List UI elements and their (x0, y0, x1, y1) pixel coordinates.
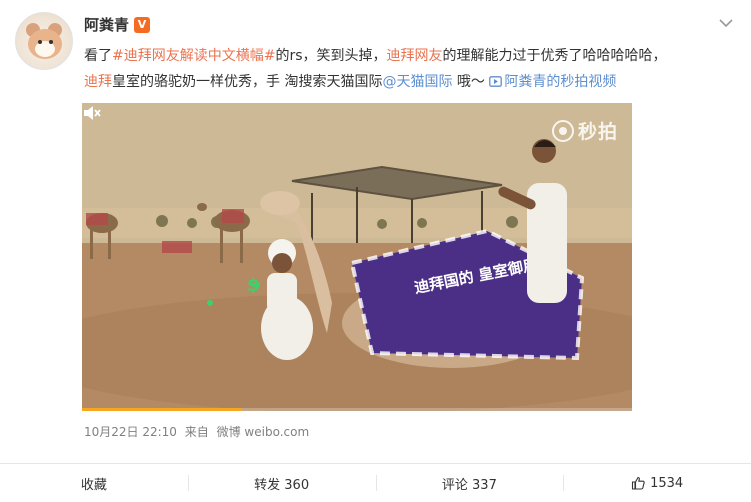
like-count: 1534 (650, 475, 684, 491)
mute-icon[interactable] (82, 103, 102, 123)
video-frame: 迪拜国的 皇室御用 $ (82, 103, 632, 411)
post-text-segment: 的理解能力过于优秀了哈哈哈哈哈， (442, 48, 667, 64)
post-meta: 10月22日 22:10 来自 微博 weibo.com (84, 423, 313, 440)
video-player[interactable]: 迪拜国的 皇室御用 $ 秒拍 (82, 103, 632, 411)
topic-link[interactable]: #迪拜网友解读中文横幅# (112, 48, 275, 64)
from-label: 来自 (184, 425, 209, 439)
video-progress-fill (82, 408, 242, 411)
favorite-button[interactable]: 收藏 (0, 464, 188, 502)
chevron-down-icon[interactable] (719, 18, 733, 28)
watermark-label: 秒拍 (577, 121, 618, 143)
vip-icon: V (134, 16, 151, 33)
video-icon (489, 76, 503, 87)
watermark: 秒拍 (551, 117, 618, 144)
video-link-label: 阿粪青的秒拍视频 (504, 74, 617, 90)
action-bar: 收藏 转发 360 评论 337 1534 (0, 463, 751, 502)
like-button[interactable]: 1534 (563, 464, 751, 502)
post-source[interactable]: 微博 weibo.com (217, 425, 310, 439)
miaopai-icon (551, 119, 574, 142)
post-date[interactable]: 10月22日 22:10 (84, 425, 177, 439)
user-name[interactable]: 阿粪青 (84, 14, 129, 35)
keyword-link[interactable]: 迪拜网友 (387, 48, 443, 64)
video-progress[interactable] (82, 408, 632, 411)
repost-button[interactable]: 转发 360 (187, 464, 376, 502)
post-text: 看了#迪拜网友解读中文横幅#的rs，笑到头掉，迪拜网友的理解能力过于优秀了哈哈哈… (84, 43, 734, 95)
repost-label: 转发 360 (254, 477, 310, 493)
weibo-post-card: 阿粪青 V 看了#迪拜网友解读中文横幅#的rs，笑到头掉，迪拜网友的理解能力过于… (0, 0, 751, 502)
keyword-link[interactable]: 迪拜 (84, 74, 112, 90)
thumb-up-icon (632, 476, 645, 490)
user-row: 阿粪青 V (84, 14, 151, 35)
post-text-segment: 的rs，笑到头掉， (275, 48, 387, 64)
post-text-segment: 看了 (84, 48, 112, 64)
comment-button[interactable]: 评论 337 (375, 464, 564, 502)
video-link[interactable]: 阿粪青的秒拍视频 (489, 74, 616, 90)
favorite-label: 收藏 (80, 477, 107, 493)
post-text-segment: 哦～ (452, 74, 490, 90)
avatar[interactable] (15, 12, 73, 70)
comment-label: 评论 337 (441, 477, 497, 493)
post-text-segment: 皇室的骆驼奶一样优秀，手 淘搜索天猫国际 (112, 74, 383, 90)
mention-link[interactable]: @天猫国际 (382, 74, 452, 90)
